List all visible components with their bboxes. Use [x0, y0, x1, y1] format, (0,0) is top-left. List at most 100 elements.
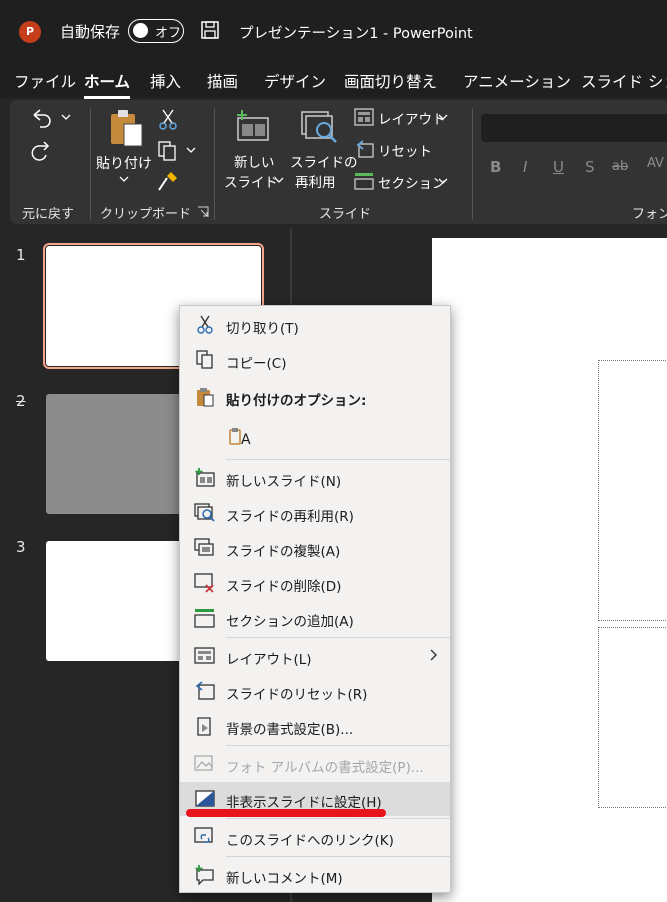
menu-item-reuse-slides[interactable]: スライドの再利用(R): [180, 496, 450, 530]
menu-item-label: スライドの再利用(R): [226, 509, 354, 525]
dialog-launcher-icon[interactable]: [197, 206, 209, 218]
chevron-down-icon[interactable]: [273, 175, 285, 185]
save-icon[interactable]: [200, 20, 220, 40]
tab-home[interactable]: ホーム: [84, 70, 131, 99]
menu-separator: [226, 818, 450, 819]
menu-item-layout[interactable]: レイアウト(L): [180, 639, 450, 673]
menu-item-label: 背景の書式設定(B)...: [226, 722, 354, 738]
format-painter-icon[interactable]: [157, 170, 179, 192]
layout-icon[interactable]: [354, 108, 374, 126]
context-menu: 切り取り(T) コピー(C) 貼り付けのオプション: A 新しいスライド(N) …: [179, 305, 451, 893]
tab-transitions[interactable]: 画面切り替え: [344, 70, 437, 92]
tab-draw[interactable]: 描画: [207, 70, 238, 92]
undo-group-label: 元に戻す: [22, 207, 75, 222]
menu-item-label: A: [241, 432, 251, 448]
menu-item-new-comment[interactable]: 新しいコメント(M): [180, 858, 450, 892]
tab-slideshow[interactable]: スライド ショー: [581, 70, 667, 92]
menu-item-label: 切り取り(T): [226, 321, 299, 337]
menu-item-delete-slide[interactable]: スライドの削除(D): [180, 566, 450, 600]
menu-item-format-background[interactable]: 背景の書式設定(B)...: [180, 709, 450, 743]
chevron-down-icon[interactable]: [118, 174, 130, 184]
character-spacing-button[interactable]: AV: [647, 156, 664, 171]
delete-slide-icon: [194, 573, 214, 593]
paste-icon: [197, 388, 214, 407]
photo-album-icon: [194, 755, 213, 771]
hide-slide-icon: [195, 790, 215, 807]
menu-item-duplicate-slide[interactable]: スライドの複製(A): [180, 531, 450, 565]
menu-item-new-slide[interactable]: 新しいスライド(N): [180, 461, 450, 495]
paste-keep-text-only-button[interactable]: A: [228, 420, 258, 454]
title-bar: P 自動保存 オフ プレゼンテーション1 - PowerPoint: [0, 0, 667, 62]
italic-button[interactable]: I: [523, 158, 527, 176]
layout-icon: [194, 647, 215, 664]
paste-label[interactable]: 貼り付け: [96, 153, 152, 173]
layout-label[interactable]: レイアウト: [378, 108, 446, 128]
tab-insert[interactable]: 挿入: [150, 70, 181, 92]
menu-item-copy[interactable]: コピー(C): [180, 343, 450, 377]
undo-icon[interactable]: [28, 106, 72, 128]
reset-icon[interactable]: [354, 140, 374, 158]
menu-item-photo-album: フォト アルバムの書式設定(P)...: [180, 747, 450, 781]
ribbon: 元に戻す 貼り付け クリップボード 新しい スライド スライドの 再利用 レイア…: [10, 100, 667, 224]
menu-separator: [226, 637, 450, 638]
section-label[interactable]: セクション: [378, 172, 446, 192]
reuse-label-1[interactable]: スライドの: [290, 151, 358, 171]
shadow-button[interactable]: S: [585, 158, 595, 176]
reuse-label-2[interactable]: 再利用: [295, 171, 336, 191]
new-slide-icon: [195, 468, 215, 487]
menu-item-label: 新しいスライド(N): [226, 474, 342, 490]
ribbon-tabs: ファイル ホーム 挿入 描画 デザイン 画面切り替え アニメーション スライド …: [0, 62, 667, 99]
menu-item-label: スライドの削除(D): [226, 579, 342, 595]
menu-item-label: レイアウト(L): [226, 652, 312, 668]
menu-item-label: コピー(C): [226, 356, 287, 372]
new-slide-label-1[interactable]: 新しい: [234, 151, 275, 171]
autosave-label: 自動保存: [60, 23, 121, 41]
new-slide-label-2[interactable]: スライド: [224, 171, 278, 191]
section-icon[interactable]: [354, 172, 374, 190]
font-name-box[interactable]: [481, 114, 667, 142]
powerpoint-logo-icon: P: [19, 21, 41, 43]
chevron-down-icon[interactable]: [437, 112, 449, 122]
menu-item-label: セクションの追加(A): [226, 614, 354, 630]
reset-slide-icon: [195, 681, 215, 700]
menu-item-label: フォト アルバムの書式設定(P)...: [226, 760, 424, 776]
new-comment-icon: [195, 865, 214, 885]
format-background-icon: [197, 717, 211, 736]
menu-item-reset-slide[interactable]: スライドのリセット(R): [180, 674, 450, 708]
bold-button[interactable]: B: [490, 158, 501, 176]
copy-icon[interactable]: [157, 140, 197, 162]
duplicate-slide-icon: [194, 538, 214, 556]
chevron-right-icon: [430, 649, 437, 661]
menu-item-label: このスライドへのリンク(K): [226, 833, 394, 849]
toggle-knob: [133, 23, 148, 38]
menu-item-add-section[interactable]: セクションの追加(A): [180, 601, 450, 635]
slide-number: 2: [16, 392, 26, 410]
reset-label[interactable]: リセット: [378, 140, 432, 160]
redo-icon[interactable]: [28, 138, 52, 162]
underline-button[interactable]: U: [553, 158, 564, 176]
new-slide-icon[interactable]: [234, 108, 272, 144]
slide-canvas[interactable]: [432, 238, 667, 902]
menu-item-link-to-slide[interactable]: このスライドへのリンク(K): [180, 820, 450, 854]
menu-item-cut[interactable]: 切り取り(T): [180, 308, 450, 342]
tab-animations[interactable]: アニメーション: [463, 70, 571, 92]
ribbon-divider: [472, 108, 473, 220]
subtitle-placeholder[interactable]: [598, 627, 667, 808]
menu-item-label: 非表示スライドに設定(H): [226, 795, 382, 811]
ribbon-divider: [214, 108, 215, 220]
tab-design[interactable]: デザイン: [264, 70, 326, 92]
menu-item-label: 新しいコメント(M): [226, 871, 343, 887]
menu-item-label: スライドの複製(A): [226, 544, 341, 560]
cut-icon[interactable]: [159, 108, 177, 130]
paste-icon[interactable]: [108, 108, 146, 148]
tab-file[interactable]: ファイル: [14, 70, 76, 92]
strikethrough-button[interactable]: ab: [612, 159, 628, 174]
ribbon-divider: [90, 108, 91, 220]
slide-number: 3: [16, 538, 26, 556]
chevron-down-icon[interactable]: [437, 176, 449, 186]
autosave-toggle[interactable]: オフ: [128, 19, 184, 43]
menu-separator: [226, 745, 450, 746]
reuse-slide-icon[interactable]: [300, 110, 340, 146]
title-placeholder[interactable]: [598, 360, 667, 621]
slides-group-label: スライド: [319, 207, 372, 222]
